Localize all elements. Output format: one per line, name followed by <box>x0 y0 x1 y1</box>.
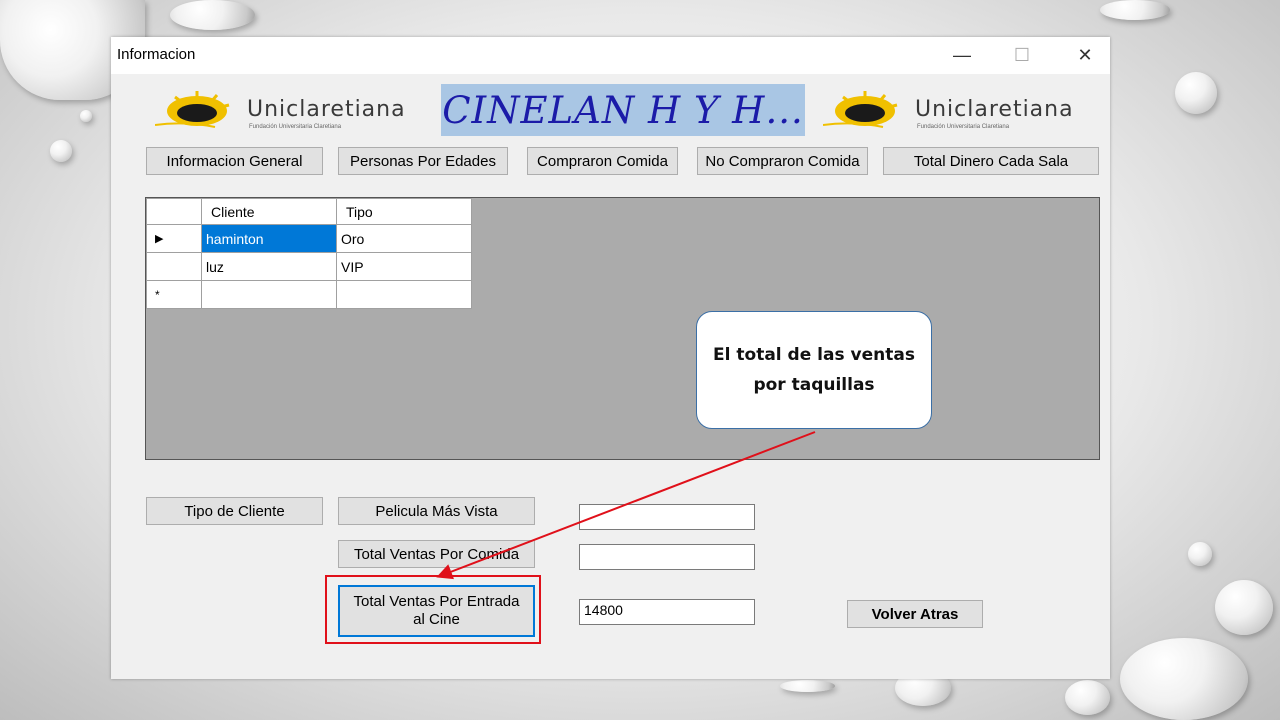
sun-logo-icon <box>155 91 230 128</box>
water-drop-decoration <box>80 110 92 122</box>
row-header-corner <box>146 198 202 225</box>
window-title: Informacion <box>117 46 196 63</box>
no-compraron-comida-button[interactable]: No Compraron Comida <box>697 147 868 175</box>
pelicula-mas-vista-button[interactable]: Pelicula Más Vista <box>338 497 535 525</box>
title-bar: Informacion — ☐ ✕ <box>111 37 1110 74</box>
total-ventas-comida-field[interactable] <box>579 544 755 570</box>
brand-subtitle: Fundación Universitaria Claretiana <box>917 124 1010 130</box>
cell-cliente[interactable] <box>201 280 337 309</box>
minimize-button[interactable]: — <box>939 40 985 70</box>
informacion-window: Informacion — ☐ ✕ Uniclaretiana Fundació… <box>111 37 1110 679</box>
water-drop-decoration <box>1065 680 1110 715</box>
cell-tipo[interactable]: Oro <box>336 224 472 253</box>
cell-cliente[interactable]: luz <box>201 252 337 281</box>
water-drop-decoration <box>1188 542 1212 566</box>
table-row-new[interactable]: * <box>146 280 472 309</box>
water-drop-decoration <box>50 140 72 162</box>
water-drop-decoration <box>1100 0 1170 20</box>
brand-subtitle: Fundación Universitaria Claretiana <box>249 124 342 130</box>
close-button[interactable]: ✕ <box>1062 40 1108 70</box>
cell-tipo[interactable]: VIP <box>336 252 472 281</box>
table-row[interactable]: ▶ haminton Oro <box>146 224 472 253</box>
maximize-button[interactable]: ☐ <box>999 40 1045 70</box>
table-header-row: Cliente Tipo <box>146 198 472 225</box>
total-ventas-comida-button[interactable]: Total Ventas Por Comida <box>338 540 535 568</box>
water-drop-decoration <box>1215 580 1273 635</box>
column-header-cliente[interactable]: Cliente <box>201 198 337 225</box>
cinema-banner: CINELAN H Y H... <box>441 84 805 136</box>
row-indicator <box>146 252 202 281</box>
water-drop-decoration <box>170 0 255 30</box>
brand-name: Uniclaretiana <box>915 97 1074 122</box>
tipo-de-cliente-button[interactable]: Tipo de Cliente <box>146 497 323 525</box>
cell-cliente[interactable]: haminton <box>201 224 337 253</box>
clientes-datagrid[interactable]: Cliente Tipo ▶ haminton Oro luz VIP * <box>145 197 1100 460</box>
banner-title: CINELAN H Y H... <box>442 88 804 132</box>
table-row[interactable]: luz VIP <box>146 252 472 281</box>
cell-tipo[interactable] <box>336 280 472 309</box>
personas-por-edades-button[interactable]: Personas Por Edades <box>338 147 508 175</box>
callout-text: El total de las ventas por taquillas <box>713 345 915 395</box>
total-ventas-entrada-field[interactable]: 14800 <box>579 599 755 625</box>
sun-logo-icon <box>823 91 898 128</box>
pelicula-mas-vista-field[interactable] <box>579 504 755 530</box>
highlight-box <box>325 575 541 644</box>
water-drop-decoration <box>1175 72 1217 114</box>
new-row-indicator: * <box>146 280 202 309</box>
total-dinero-cada-sala-button[interactable]: Total Dinero Cada Sala <box>883 147 1099 175</box>
column-header-tipo[interactable]: Tipo <box>336 198 472 225</box>
brand-name: Uniclaretiana <box>247 97 406 122</box>
annotation-callout: El total de las ventas por taquillas <box>696 311 932 429</box>
water-drop-decoration <box>780 680 835 692</box>
informacion-general-button[interactable]: Informacion General <box>146 147 323 175</box>
clientes-table: Cliente Tipo ▶ haminton Oro luz VIP * <box>146 198 472 309</box>
row-indicator: ▶ <box>146 224 202 253</box>
uniclaretiana-logo-left: Uniclaretiana Fundación Universitaria Cl… <box>155 89 425 137</box>
uniclaretiana-logo-right: Uniclaretiana Fundación Universitaria Cl… <box>823 89 1093 137</box>
volver-atras-button[interactable]: Volver Atras <box>847 600 983 628</box>
compraron-comida-button[interactable]: Compraron Comida <box>527 147 678 175</box>
water-drop-decoration <box>1120 638 1248 720</box>
